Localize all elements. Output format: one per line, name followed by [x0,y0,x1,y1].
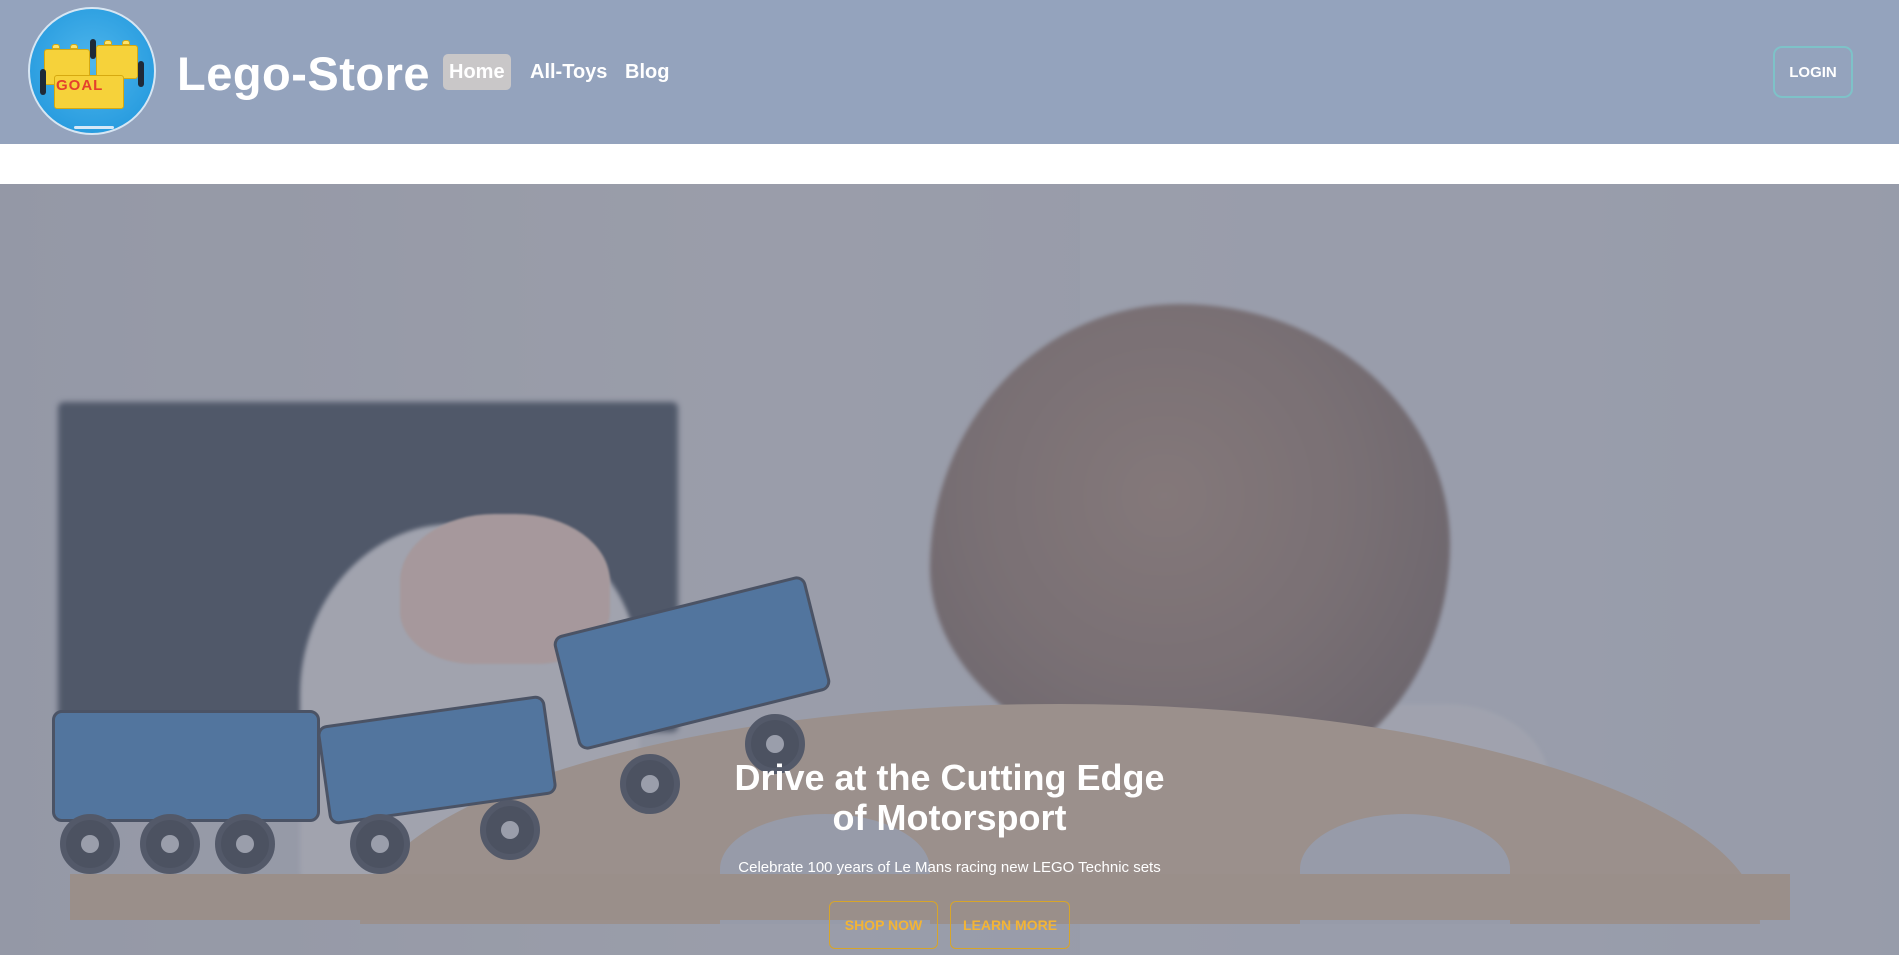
hero-title-line: of Motorsport [832,797,1067,838]
top-navbar: GOAL Lego-Store Home All-Toys Blog LOGIN [0,0,1899,144]
logo-stud [104,40,112,45]
logo-stud [122,40,130,45]
logo-brick [96,45,138,79]
nav-blog[interactable]: Blog [619,54,675,90]
learn-more-button[interactable]: LEARN MORE [950,901,1070,949]
logo-figure [40,69,46,95]
logo-stud [70,44,78,49]
brand-name[interactable]: Lego-Store [177,44,430,104]
hero-subtitle: Celebrate 100 years of Le Mans racing ne… [738,859,1161,876]
nav-all-toys[interactable]: All-Toys [524,54,613,90]
login-button[interactable]: LOGIN [1773,46,1853,98]
hero-banner: Drive at the Cutting Edge of Motorsport … [0,184,1899,955]
logo-goal-text: GOAL [56,77,104,94]
logo-figure [90,39,96,59]
shop-now-button[interactable]: SHOP NOW [829,901,938,949]
store-logo[interactable]: GOAL [28,7,156,135]
hero-content: Drive at the Cutting Edge of Motorsport … [0,184,1899,955]
hero-title: Drive at the Cutting Edge of Motorsport [0,758,1899,838]
logo-stud [52,44,60,49]
hero-title-line: Drive at the Cutting Edge [734,757,1165,798]
nav-home[interactable]: Home [443,54,511,90]
logo-figure [138,61,144,87]
logo-caption [74,126,114,129]
